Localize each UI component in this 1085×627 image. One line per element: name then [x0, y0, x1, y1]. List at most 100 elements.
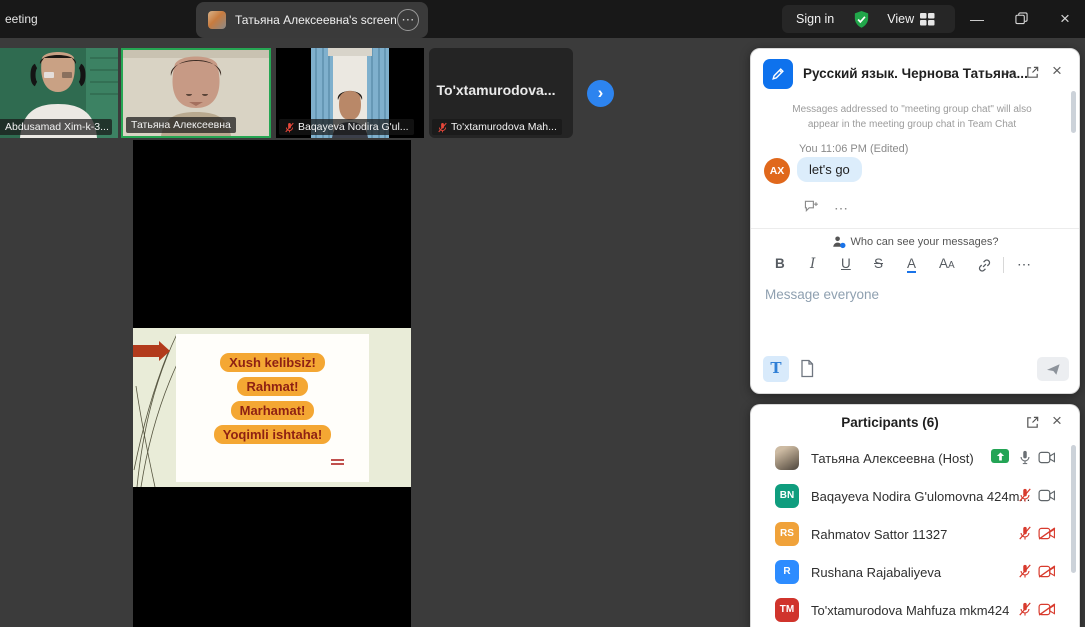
video-tile-toxtamurodova[interactable]: To'xtamurodova... To'xtamurodova Mah...: [429, 48, 573, 138]
titlebar-controls: Sign in View: [782, 5, 955, 33]
participant-name-label: To'xtamurodova Mah...: [432, 119, 562, 135]
who-can-see-label: Who can see your messages?: [851, 236, 999, 248]
participant-row-rushana[interactable]: R Rushana Rajabaliyeva: [751, 553, 1079, 591]
minimize-button[interactable]: —: [960, 0, 994, 38]
participant-avatar: R: [775, 560, 799, 584]
camera-muted-icon: [1038, 565, 1056, 583]
slide-logo-mark: [331, 459, 344, 467]
sign-in-button[interactable]: Sign in: [796, 12, 834, 26]
message-more-icon[interactable]: ⋯: [834, 200, 848, 217]
camera-on-icon: [1038, 489, 1056, 507]
compose-icon[interactable]: [763, 59, 793, 89]
who-can-see-row[interactable]: Who can see your messages?: [751, 235, 1079, 249]
view-button[interactable]: View: [887, 12, 935, 26]
message-avatar: AX: [764, 158, 790, 184]
chat-scrollbar[interactable]: [1071, 91, 1076, 133]
bold-button[interactable]: B: [775, 256, 785, 271]
toolbar-divider: [1003, 257, 1004, 273]
participants-panel: Participants (6) × Татьяна Алексеевна (H…: [750, 404, 1080, 627]
participant-row-tatyana[interactable]: Татьяна Алексеевна (Host): [751, 439, 1079, 477]
chat-panel: Русский язык. Чернова Татьяна... ⋯ × Mes…: [750, 48, 1080, 394]
participant-name: Татьяна Алексеевна (Host): [811, 451, 974, 466]
participant-name: To'xtamurodova Mahfuza mkm424: [811, 603, 1009, 618]
participant-name-label: Baqayeva Nodira G'ul...: [279, 119, 414, 135]
chat-popout-icon[interactable]: [1025, 65, 1040, 85]
send-plane-icon: [1046, 363, 1061, 376]
tab-more-icon[interactable]: ⋯: [397, 9, 419, 31]
italic-button[interactable]: I: [810, 256, 815, 272]
slide-line: Yoqimli ishtaha!: [214, 425, 331, 444]
participant-row-toxtamurodova[interactable]: TM To'xtamurodova Mahfuza mkm424: [751, 591, 1079, 627]
font-color-button[interactable]: A: [907, 256, 916, 273]
slide-line: Marhamat!: [231, 401, 315, 420]
slide-pointer-arrow-head: [159, 341, 170, 361]
grid-view-icon: [920, 13, 935, 26]
mic-muted-icon: [1018, 601, 1032, 622]
participant-name: Baqayeva Nodira G'ulomovna 424m...: [811, 489, 1030, 504]
font-size-button[interactable]: AA: [939, 256, 955, 271]
participant-avatar-photo: [775, 446, 799, 470]
mic-on-icon: [1018, 449, 1032, 470]
next-participants-button[interactable]: ›: [587, 80, 614, 107]
tab-avatar-icon: [208, 11, 226, 29]
chevron-right-icon: ›: [598, 83, 604, 102]
tab-shared-screen-label: Татьяна Алексеевна's screen: [235, 13, 397, 27]
participants-popout-icon[interactable]: [1025, 415, 1040, 435]
slide-line: Xush kelibsiz!: [220, 353, 325, 372]
underline-button[interactable]: U: [841, 256, 851, 271]
slide-pointer-arrow: [133, 345, 159, 357]
participant-name-label: Abdusamad Xim-k-3...: [0, 119, 112, 135]
camera-muted-icon: [1038, 527, 1056, 545]
toolbar-more-icon[interactable]: ⋯: [1017, 256, 1031, 273]
tab-meeting[interactable]: eeting: [5, 12, 38, 26]
participant-avatar: RS: [775, 522, 799, 546]
attach-file-icon[interactable]: [799, 359, 815, 383]
mic-muted-icon: [1018, 525, 1032, 546]
view-button-label: View: [887, 12, 914, 26]
participant-avatar: TM: [775, 598, 799, 622]
security-shield-icon: [852, 10, 871, 29]
video-tile-tatyana[interactable]: Татьяна Алексеевна: [121, 48, 271, 138]
participant-row-baqayeva[interactable]: BN Baqayeva Nodira G'ulomovna 424m...: [751, 477, 1079, 515]
format-toolbar: B I U S A AA ⋯: [751, 254, 1079, 280]
participant-name: Rushana Rajabaliyeva: [811, 565, 941, 580]
participant-name: Rahmatov Sattor 11327: [811, 527, 947, 542]
camera-on-icon: [1038, 451, 1056, 469]
participant-display-name: To'xtamurodova...: [429, 82, 563, 98]
text-format-toggle-button[interactable]: T: [763, 356, 789, 382]
muted-mic-icon: [284, 122, 295, 133]
muted-mic-icon: [437, 122, 448, 133]
chat-title: Русский язык. Чернова Татьяна...: [803, 66, 1028, 81]
message-bubble: let's go: [797, 157, 862, 182]
divider: [751, 228, 1079, 229]
mic-muted-icon: [1018, 487, 1032, 508]
mic-muted-icon: [1018, 563, 1032, 584]
shared-screen-area: Xush kelibsiz! Rahmat! Marhamat! Yoqimli…: [133, 140, 411, 627]
message-actions: ⋯: [804, 199, 848, 218]
participant-name-label: Татьяна Алексеевна: [126, 117, 236, 133]
presentation-slide: Xush kelibsiz! Rahmat! Marhamat! Yoqimli…: [133, 328, 411, 487]
close-window-button[interactable]: ×: [1048, 0, 1082, 38]
chat-close-icon[interactable]: ×: [1052, 61, 1062, 81]
chat-notice: Messages addressed to "meeting group cha…: [776, 102, 1048, 132]
title-bar: eeting Татьяна Алексеевна's screen ⋯ Sig…: [0, 0, 1085, 38]
video-tile-abdusamad[interactable]: Abdusamad Xim-k-3...: [0, 48, 118, 138]
participant-row-rahmatov[interactable]: RS Rahmatov Sattor 11327: [751, 515, 1079, 553]
tab-shared-screen[interactable]: Татьяна Алексеевна's screen ⋯: [196, 2, 428, 38]
link-button[interactable]: [977, 258, 992, 276]
participants-close-icon[interactable]: ×: [1052, 411, 1062, 431]
strikethrough-button[interactable]: S: [874, 256, 883, 271]
chat-more-icon[interactable]: ⋯: [1001, 63, 1016, 81]
reply-thread-icon[interactable]: [804, 199, 819, 218]
participants-title: Participants (6): [771, 415, 1009, 430]
send-button[interactable]: [1037, 357, 1069, 381]
restore-button[interactable]: [1004, 0, 1038, 38]
screen-sharing-badge: [991, 449, 1009, 463]
person-privacy-icon: [832, 235, 846, 249]
video-tile-baqayeva[interactable]: Baqayeva Nodira G'ul...: [276, 48, 424, 138]
message-input[interactable]: Message everyone: [765, 287, 879, 302]
message-meta: You 11:06 PM (Edited): [799, 143, 908, 155]
slide-line: Rahmat!: [237, 377, 307, 396]
participant-avatar: BN: [775, 484, 799, 508]
camera-muted-icon: [1038, 603, 1056, 621]
